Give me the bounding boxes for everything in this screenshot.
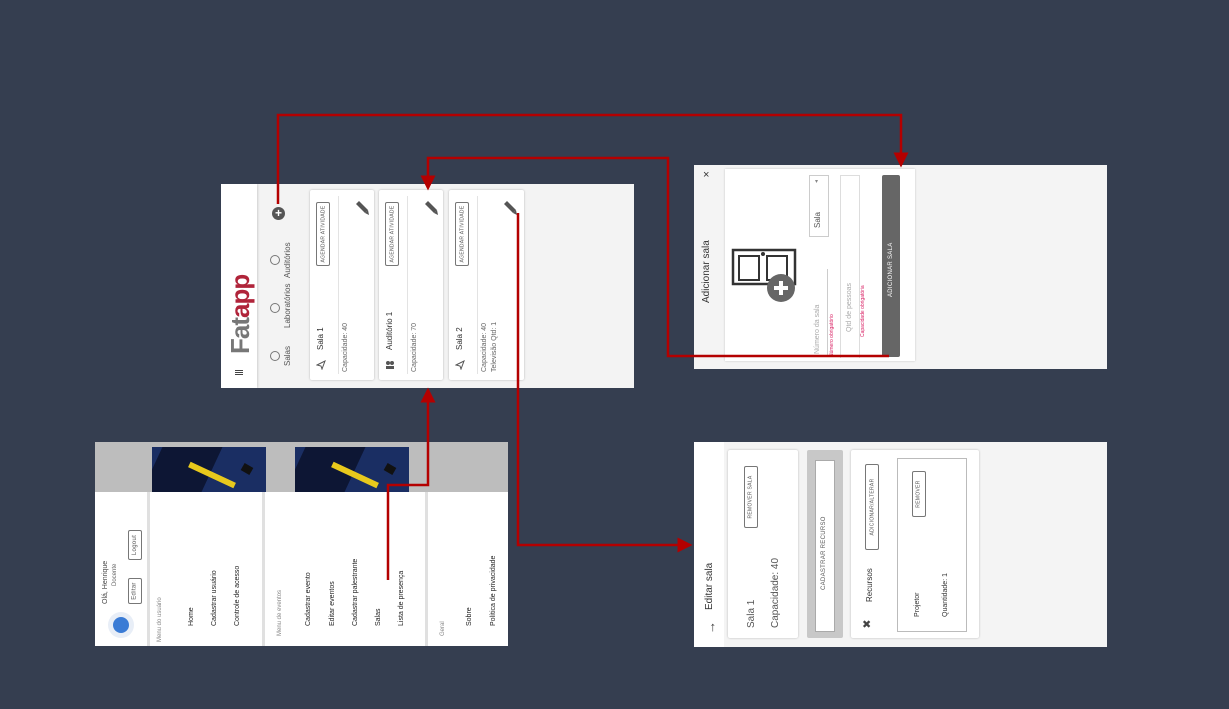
filter-radio-auditorios[interactable]: [270, 255, 280, 265]
capacity-placeholder: Qtd de pessoas: [846, 282, 853, 332]
send-icon: [455, 360, 465, 370]
pencil-icon[interactable]: [502, 200, 518, 216]
menu-item[interactable]: Lista de presença: [398, 571, 405, 626]
menu-item[interactable]: Controle de acesso: [234, 566, 241, 626]
resources-card: ✖ Recursos ADICIONAR/ALTERAR Projetor Qu…: [851, 450, 979, 638]
page-title: Editar sala: [704, 562, 715, 610]
room-card-divider: [338, 196, 339, 374]
menu-item[interactable]: Sobre: [466, 607, 473, 626]
menu-item[interactable]: Salas: [375, 608, 382, 626]
room-card: Sala 1 Capacidade: 40 AGENDAR ATIVIDADE: [310, 190, 374, 380]
edit-room-screen: → Editar sala Sala 1 Capacidade: 40 REMO…: [694, 442, 1107, 647]
avatar: [108, 612, 134, 638]
send-icon: [316, 360, 326, 370]
add-room-icon[interactable]: +: [272, 207, 285, 220]
resources-title: Recursos: [865, 568, 874, 602]
schedule-activity-button[interactable]: AGENDAR ATIVIDADE: [455, 202, 469, 266]
remove-resource-button[interactable]: REMOVER: [912, 471, 926, 517]
filter-radio-salas[interactable]: [270, 351, 280, 361]
people-icon: [386, 361, 394, 369]
remove-room-button[interactable]: REMOVER SALA: [744, 466, 758, 528]
menu-section-general: Geral Sobre Política de privacidade: [430, 492, 508, 646]
graduation-banner-image: [152, 447, 266, 492]
room-number-error: Número obrigatório: [829, 314, 835, 357]
rooms-list-screen: Fatapp Salas Laboratórios Auditórios + S…: [221, 184, 634, 388]
room-name: Sala 2: [455, 327, 464, 350]
menu-item[interactable]: Cadastrar palestrante: [352, 559, 359, 626]
chevron-down-icon: ▾: [815, 179, 819, 185]
capacity-error: Capacidade obrigatória: [860, 285, 866, 337]
room-detail: Televisão Qtd: 1: [491, 321, 498, 372]
schedule-activity-button[interactable]: AGENDAR ATIVIDADE: [316, 202, 330, 266]
edit-profile-button[interactable]: Editar: [128, 578, 142, 604]
register-resource-button[interactable]: CADASTRAR RECURSO: [807, 450, 843, 638]
add-room-screen: × Adicionar sala ▾ Sala Número da sala N…: [694, 165, 1107, 369]
room-detail: Capacidade: 40: [342, 322, 349, 372]
pencil-icon[interactable]: [423, 200, 439, 216]
user-greeting: Olá, Henrique: [102, 560, 109, 604]
menu-section-title: Menu de eventos: [277, 589, 283, 636]
room-detail: Capacidade: 70: [411, 322, 418, 372]
arrow-back-icon[interactable]: →: [703, 621, 718, 634]
menu-section-user: Menu do usuário Home Cadastrar usuário C…: [152, 492, 265, 646]
dialog-title: Adicionar sala: [701, 240, 712, 303]
room-card: Auditório 1 Capacidade: 70 AGENDAR ATIVI…: [379, 190, 443, 380]
app-header: [694, 442, 724, 647]
resource-item: Projetor Quantidade: 1 REMOVER: [897, 458, 967, 632]
add-room-illustration-icon: [731, 248, 797, 302]
menu-section-title: Menu do usuário: [157, 597, 163, 642]
logout-button[interactable]: Logout: [128, 530, 142, 560]
pencil-icon[interactable]: [354, 200, 370, 216]
app-logo: Fatapp: [225, 274, 255, 354]
room-name: Auditório 1: [385, 311, 394, 350]
filter-label-laboratorios: Laboratórios: [283, 283, 292, 328]
menu-section-events: Menu de eventos Cadastrar evento Editar …: [267, 492, 428, 646]
room-name: Sala 1: [746, 599, 757, 628]
close-icon[interactable]: ×: [703, 169, 709, 181]
room-card-divider: [477, 196, 478, 374]
side-menu-screen: Olá, Henrique Docente Editar Logout Menu…: [95, 442, 508, 646]
menu-icon[interactable]: [235, 369, 243, 377]
room-type-select[interactable]: ▾ Sala: [809, 175, 829, 237]
menu-section-title: Geral: [440, 621, 446, 636]
room-name: Sala 1: [316, 327, 325, 350]
add-room-submit-button[interactable]: ADICIONAR SALA: [882, 175, 900, 357]
room-info-card: Sala 1 Capacidade: 40 REMOVER SALA: [728, 450, 798, 638]
filter-radio-laboratorios[interactable]: [270, 303, 280, 313]
room-card-divider: [407, 196, 408, 374]
menu-item[interactable]: Home: [188, 607, 195, 626]
tools-icon: ✖: [862, 619, 872, 631]
menu-item[interactable]: Editar eventos: [329, 581, 336, 626]
menu-item[interactable]: Política de privacidade: [490, 556, 497, 626]
resource-name: Projetor: [914, 592, 921, 617]
graduation-banner-image: [295, 447, 409, 492]
room-capacity: Capacidade: 40: [770, 557, 781, 628]
menu-item[interactable]: Cadastrar usuário: [211, 570, 218, 626]
filter-label-salas: Salas: [283, 345, 292, 366]
room-detail: Capacidade: 40: [481, 322, 488, 372]
add-edit-resource-button[interactable]: ADICIONAR/ALTERAR: [865, 464, 879, 550]
room-type-value: Sala: [813, 211, 822, 228]
room-number-placeholder: Número da sala: [814, 304, 821, 354]
capacity-field[interactable]: Qtd de pessoas: [840, 175, 860, 358]
room-number-field[interactable]: Número da sala: [809, 269, 828, 357]
room-card: Sala 2 Capacidade: 40 Televisão Qtd: 1 A…: [449, 190, 524, 380]
resource-quantity: Quantidade: 1: [942, 573, 949, 617]
filter-label-auditorios: Auditórios: [283, 242, 292, 278]
user-role: Docente: [112, 563, 118, 586]
schedule-activity-button[interactable]: AGENDAR ATIVIDADE: [385, 202, 399, 266]
dialog-card: ▾ Sala Número da sala Número obrigatório…: [725, 169, 915, 361]
menu-item[interactable]: Cadastrar evento: [305, 572, 312, 626]
